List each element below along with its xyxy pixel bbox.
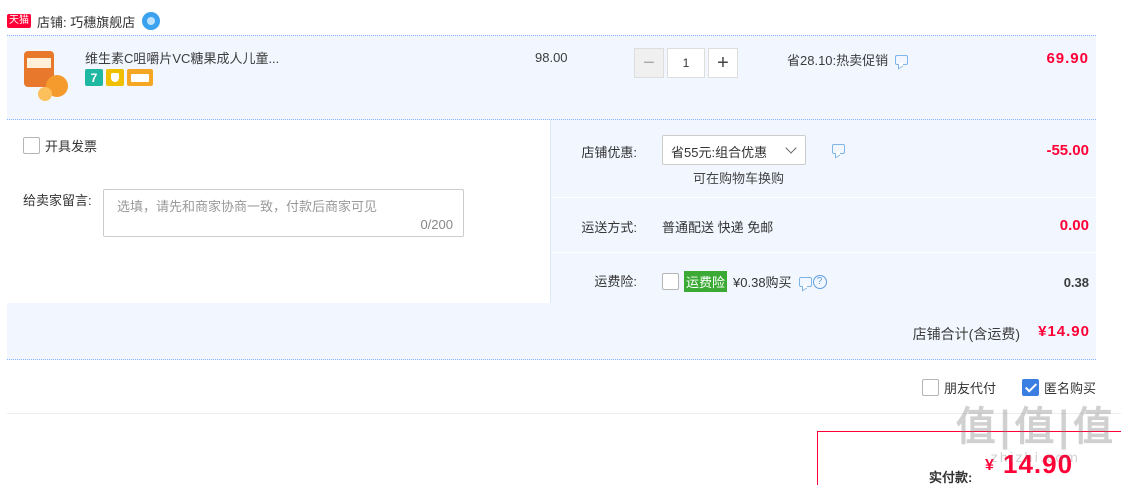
shop-total-value: ¥14.90 (1038, 323, 1090, 340)
invoice-checkbox[interactable] (23, 137, 40, 154)
friend-pay-label: 朋友代付 (943, 381, 996, 396)
store-discount-selected: 省55元:组合优惠 (671, 145, 768, 160)
tmall-badge: 天猫 (7, 14, 31, 28)
product-thumbnail[interactable] (18, 49, 72, 101)
message-char-count: 0/200 (420, 217, 453, 232)
product-title[interactable]: 维生素C咀嚼片VC糖果成人儿童... (85, 48, 279, 67)
seven-day-return-icon: 7 (85, 69, 103, 86)
insurance-option: 运费险 ¥0.38购买 ? (662, 271, 827, 292)
friend-pay-checkbox[interactable] (921, 379, 939, 396)
store-discount-row: 店铺优惠: 省55元:组合优惠 可在购物车换购 -55.00 (552, 120, 1096, 198)
watermark: 值|值|值 zhizhi.com (956, 405, 1115, 466)
chat-icon[interactable] (832, 144, 845, 154)
chevron-down-icon (785, 142, 797, 154)
friend-pay-option[interactable]: 朋友代付 (921, 378, 996, 397)
shipping-value: 0.00 (1059, 217, 1089, 234)
promo-text: 省28.10:热卖促销 (787, 53, 889, 68)
promo-info: 省28.10:热卖促销 (787, 50, 909, 69)
store-discount-value: -55.00 (1046, 142, 1089, 159)
minus-button[interactable]: − (634, 48, 664, 78)
chat-icon[interactable] (798, 276, 812, 287)
anonymous-label: 匿名购买 (1043, 381, 1096, 396)
insurance-price: ¥0.38购买 (733, 275, 792, 290)
message-label: 给卖家留言: (23, 193, 92, 208)
shop-header: 天猫 店铺: 巧穗旗舰店 (7, 10, 161, 32)
watermark-url: zhizhi.com (990, 451, 1081, 466)
message-textarea[interactable]: 选填，请先和商家协商一致，付款后商家可见 0/200 (103, 189, 464, 237)
item-row: 维生素C咀嚼片VC糖果成人儿童... 7 98.00 − 1 + 省28.10:… (7, 35, 1096, 119)
final-label: 实付款: (929, 470, 973, 485)
shop-name[interactable]: 店铺: 巧穗旗舰店 (37, 12, 135, 31)
wangwang-icon[interactable] (142, 12, 161, 30)
unit-price: 98.00 (535, 50, 568, 65)
shipping-method: 普通配送 快递 免邮 (662, 220, 774, 235)
shop-total-row: 店铺合计(含运费) ¥14.90 (7, 303, 1096, 360)
anonymous-checkbox[interactable] (1021, 379, 1039, 396)
quantity-stepper: − 1 + (634, 48, 738, 78)
item-total: 69.90 (1046, 50, 1089, 67)
service-tags: 7 (85, 69, 153, 86)
store-discount-hint[interactable]: 可在购物车换购 (693, 168, 784, 187)
order-options: 开具发票 给卖家留言: 选填，请先和商家协商一致，付款后商家可见 0/200 店… (7, 119, 1096, 304)
plus-button[interactable]: + (708, 48, 738, 78)
quantity-input[interactable]: 1 (667, 48, 705, 78)
shipping-row: 运送方式: 普通配送 快递 免邮 0.00 (552, 199, 1096, 253)
shipping-label: 运送方式: (581, 220, 637, 235)
insurance-tag: 运费险 (684, 271, 728, 292)
anonymous-option[interactable]: 匿名购买 (1021, 378, 1096, 397)
insurance-value: 0.38 (1063, 275, 1089, 290)
store-discount-select[interactable]: 省55元:组合优惠 (662, 135, 806, 165)
shipping-insurance-row: 运费险: 运费险 ¥0.38购买 ? 0.38 (552, 254, 1096, 304)
watermark-logo: 值|值|值 (955, 404, 1115, 450)
buyer-options: 开具发票 给卖家留言: 选填，请先和商家协商一致，付款后商家可见 0/200 (7, 120, 551, 304)
insurance-label: 运费险: (594, 274, 637, 289)
shop-total-label: 店铺合计(含运费) (912, 326, 1020, 342)
store-discount-label: 店铺优惠: (581, 145, 637, 160)
invoice-option[interactable]: 开具发票 (23, 136, 97, 155)
shield-icon (106, 69, 124, 86)
divider (7, 413, 1121, 414)
invoice-label: 开具发票 (45, 139, 98, 154)
pay-options: 朋友代付 匿名购买 (896, 378, 1096, 397)
help-icon[interactable]: ? (812, 274, 827, 289)
insurance-checkbox[interactable] (662, 273, 679, 290)
message-placeholder: 选填，请先和商家协商一致，付款后商家可见 (117, 199, 378, 214)
chat-icon[interactable] (895, 54, 909, 65)
card-payment-icon (127, 69, 153, 86)
